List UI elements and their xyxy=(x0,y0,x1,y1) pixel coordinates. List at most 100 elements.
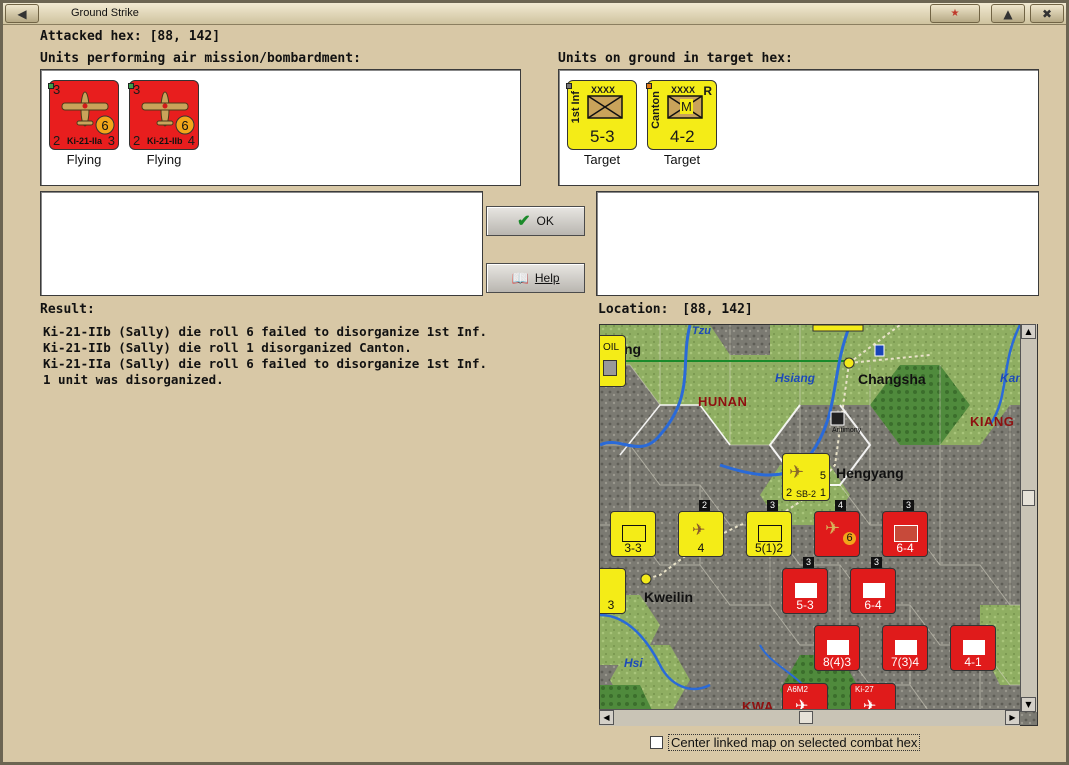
counter-value: 1 xyxy=(819,487,826,499)
stack-count: 4 xyxy=(835,500,846,511)
ground-unit-status: Target xyxy=(583,152,621,167)
result-line: 1 unit was disorganized. xyxy=(43,372,224,387)
aircraft-type-label: Ki-21-IIa xyxy=(67,136,103,146)
stack-count: 3 xyxy=(803,557,814,568)
infantry-symbol-icon xyxy=(894,639,918,656)
defender-info-panel xyxy=(596,191,1039,296)
infantry-symbol-icon xyxy=(894,525,918,542)
map-vertical-scrollbar[interactable]: ▲ ▼ xyxy=(1020,324,1037,712)
scroll-left-arrow-icon[interactable]: ◀ xyxy=(599,710,614,725)
stack-count: 3 xyxy=(871,557,882,568)
scroll-down-arrow-icon[interactable]: ▼ xyxy=(1021,697,1036,712)
unit-strength: 4-2 xyxy=(670,127,695,146)
oil-resource-counter[interactable]: OIL xyxy=(600,335,626,387)
window-title: Ground Strike xyxy=(71,7,139,19)
map-counter-ki21[interactable]: 4 ✈ 6 xyxy=(814,500,860,557)
fuel-badge: 6 xyxy=(843,532,856,545)
fuel-badge: 6 xyxy=(101,118,108,133)
infantry-symbol-icon xyxy=(622,525,646,542)
faction-flag-icon: ★ xyxy=(930,4,980,23)
map-counter-red-c[interactable]: 3 6-4 xyxy=(850,557,896,614)
ground-unit-status: Target xyxy=(663,152,701,167)
ground-units-panel: 1st Inf XXXX 5-3 Target Canton XXXX R M … xyxy=(558,69,1039,186)
map-horizontal-scrollbar[interactable]: ◀ ▶ xyxy=(599,709,1020,726)
menu-icon: ◀ xyxy=(17,6,27,21)
map-counter-red-f[interactable]: 4-1 xyxy=(950,625,996,671)
close-icon: ✖ xyxy=(1041,6,1053,21)
attacked-hex-value: [88, 142] xyxy=(149,29,221,44)
air-units-heading: Units performing air mission/bombardment… xyxy=(40,51,361,66)
unit-mark: M xyxy=(680,99,693,114)
center-map-checkbox[interactable] xyxy=(650,736,663,749)
counter-strength: 5-3 xyxy=(796,598,814,612)
counter-strength: 3 xyxy=(607,598,615,612)
counter-strength: 8(4)3 xyxy=(822,655,851,669)
stack-count: 3 xyxy=(903,500,914,511)
help-book-icon: 📖 xyxy=(511,269,529,286)
result-line: Ki-21-IIb (Sally) die roll 6 failed to d… xyxy=(43,324,488,339)
horizontal-scroll-thumb[interactable] xyxy=(799,711,813,724)
map-counter-i16[interactable]: 2 ✈ 4 xyxy=(678,500,724,557)
up-arrow-icon: ▲ xyxy=(1003,6,1013,21)
air-unit-counter[interactable]: 3 6 2 Ki-21-IIb 4 xyxy=(128,80,199,150)
ground-unit-counter[interactable]: 1st Inf XXXX 5-3 xyxy=(566,80,637,150)
counter-value-bottom-left: 2 xyxy=(53,133,61,148)
counter-strength: 7(3)4 xyxy=(890,655,919,669)
map-counter-sb2[interactable]: ✈ SB-2 5 2 1 xyxy=(782,453,830,501)
help-button-label: Help xyxy=(534,271,560,285)
ground-strike-window: ◀ Ground Strike ★ ▲ ✖ Attacked hex: [88,… xyxy=(0,0,1069,765)
cavalry-symbol-icon xyxy=(962,639,986,656)
map-counter-red-b[interactable]: 3 5-3 xyxy=(782,557,828,614)
map-counter-red-e[interactable]: 7(3)4 xyxy=(882,625,928,671)
air-unit-counter[interactable]: 3 6 2 Ki-21-IIa 3 xyxy=(48,80,119,150)
city-label-fragment: ng xyxy=(624,341,642,357)
aircraft-icon: ✈ xyxy=(692,522,706,539)
aircraft-type-label: A6M2 xyxy=(787,685,808,694)
scroll-up-arrow-icon[interactable]: ▲ xyxy=(1021,324,1036,339)
window-menu-button[interactable]: ◀ xyxy=(5,4,39,23)
map-label-tzu: Tzu xyxy=(692,325,711,337)
scroll-right-arrow-icon[interactable]: ▶ xyxy=(1005,710,1020,725)
attacked-hex-heading: Attacked hex: [88, 142] xyxy=(40,29,220,44)
title-bar[interactable]: ◀ Ground Strike ★ ▲ ✖ xyxy=(3,3,1066,25)
counter-value: 5 xyxy=(819,470,826,482)
aircraft-type-label: Ki-21-IIb xyxy=(147,136,183,146)
help-button[interactable]: 📖 Help xyxy=(486,263,585,293)
map-counter-red-a[interactable]: 3 6-4 xyxy=(882,500,928,557)
map-counter-chiang[interactable]: 3 5(1)2 xyxy=(746,500,792,557)
counter-strength: 6-4 xyxy=(896,541,914,555)
location-value: [88, 142] xyxy=(682,302,753,317)
counter-value-bottom-left: 2 xyxy=(133,133,141,148)
region-label-kiang: KIANG xyxy=(970,414,1015,429)
map-counter-yellow-edge[interactable]: 3 xyxy=(600,568,626,614)
resource-label-antimony: Antimony xyxy=(832,427,862,434)
counter-strength: 5(1)2 xyxy=(754,541,783,555)
counter-value-bottom-right: 4 xyxy=(187,133,195,148)
checkmark-icon: ✔ xyxy=(517,213,531,230)
location-heading: Location: [88, 142] xyxy=(598,302,753,317)
center-map-checkbox-label[interactable]: Center linked map on selected combat hex xyxy=(668,734,921,751)
counter-strength: 4 xyxy=(697,541,705,555)
aircraft-type-label: Ki-27 xyxy=(855,685,874,694)
oil-barrel-icon xyxy=(603,360,617,376)
close-button[interactable]: ✖ xyxy=(1030,4,1064,23)
region-label-hunan: HUNAN xyxy=(698,394,748,409)
scroll-up-button[interactable]: ▲ xyxy=(991,4,1025,23)
location-label: Location: xyxy=(598,302,669,317)
ground-units-heading: Units on ground in target hex: xyxy=(558,51,793,66)
ground-unit-counter[interactable]: Canton XXXX R M 4-2 xyxy=(646,80,717,150)
city-label-hengyang: Hengyang xyxy=(836,465,904,481)
mini-map[interactable]: Changsha Hengyang Kweilin HUNAN KIANG KW… xyxy=(599,324,1038,726)
result-heading: Result: xyxy=(40,302,95,317)
vertical-scroll-thumb[interactable] xyxy=(1022,490,1035,506)
counter-strength: 4-1 xyxy=(964,655,982,669)
map-counter-red-d[interactable]: 8(4)3 xyxy=(814,625,860,671)
air-unit-status: Flying xyxy=(146,152,182,167)
stack-count: 3 xyxy=(767,500,778,511)
center-map-option[interactable]: Center linked map on selected combat hex xyxy=(650,734,921,751)
map-counter-yellow-inf[interactable]: 3-3 xyxy=(610,511,656,557)
ok-button[interactable]: ✔ OK xyxy=(486,206,585,236)
counter-value-bottom-right: 3 xyxy=(107,133,115,148)
counter-value: 2 xyxy=(786,487,793,499)
ok-button-label: OK xyxy=(536,214,554,228)
